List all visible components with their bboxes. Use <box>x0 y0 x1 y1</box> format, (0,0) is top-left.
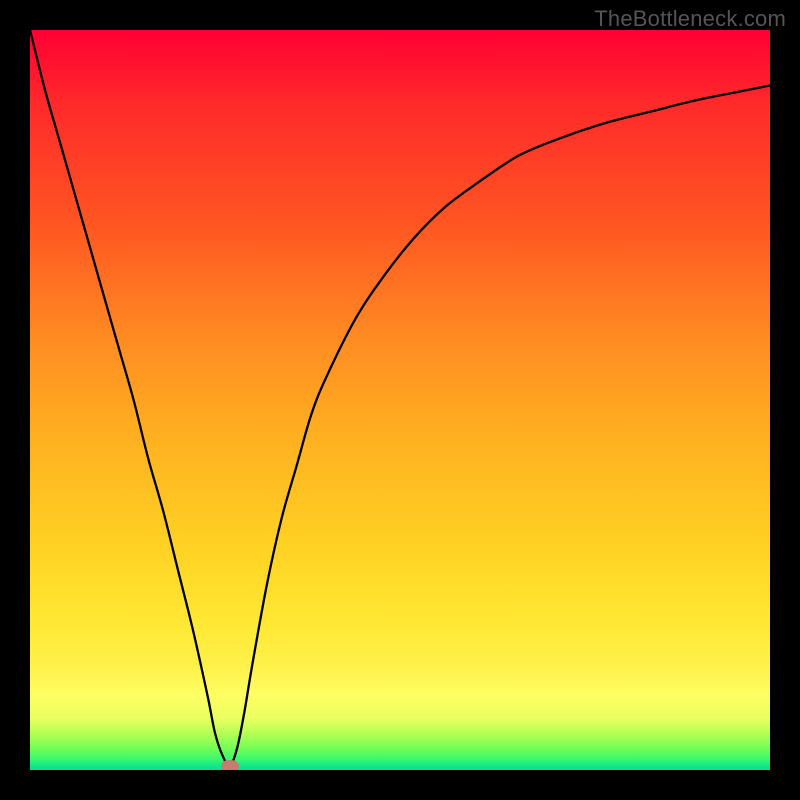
bottleneck-curve <box>30 30 770 770</box>
chart-frame: TheBottleneck.com <box>0 0 800 800</box>
optimum-marker <box>221 760 239 770</box>
watermark: TheBottleneck.com <box>594 6 786 32</box>
plot-area <box>30 30 770 770</box>
